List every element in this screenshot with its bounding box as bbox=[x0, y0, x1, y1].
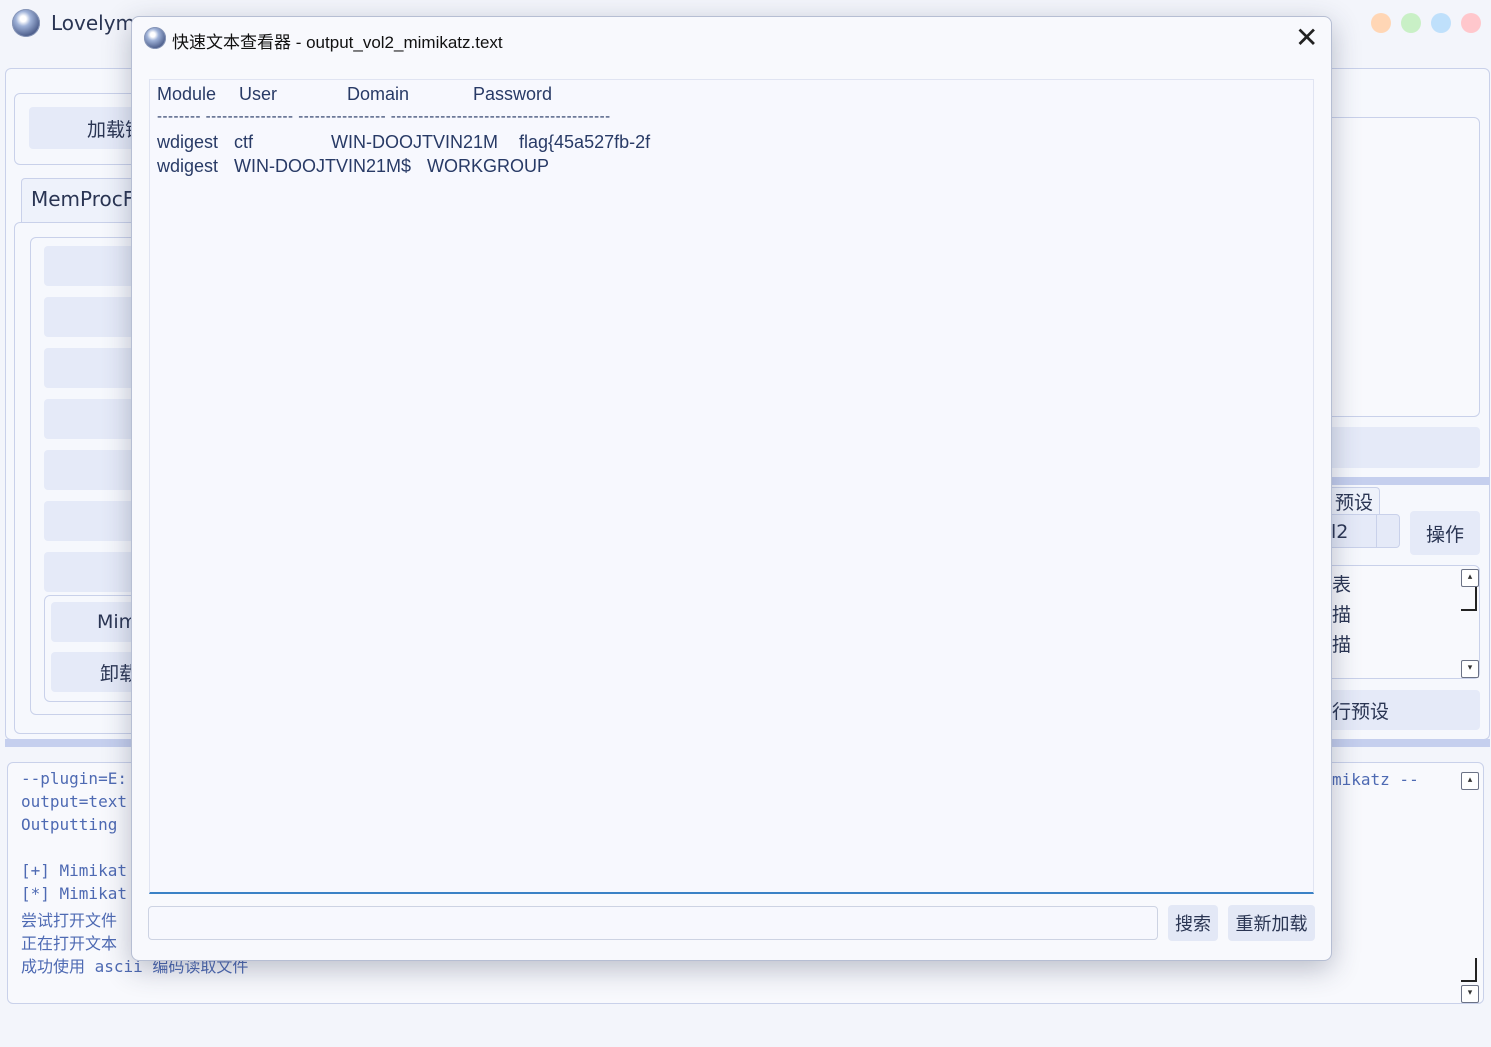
preset-select-value: l2 bbox=[1331, 521, 1349, 543]
data-row: wdigest ctf WIN-DOOJTVIN21M flag{45a527f… bbox=[157, 132, 1057, 158]
memproc-button-5[interactable] bbox=[44, 450, 144, 490]
cell-user: ctf bbox=[234, 132, 254, 152]
search-button-label: 搜索 bbox=[1175, 914, 1211, 935]
window-dot-green[interactable] bbox=[1401, 13, 1421, 33]
header-row: Module User Domain Password bbox=[157, 84, 1057, 110]
search-input[interactable] bbox=[148, 906, 1158, 940]
operate-label: 操作 bbox=[1425, 523, 1464, 546]
memproc-button-3[interactable] bbox=[44, 348, 144, 388]
app-logo-icon bbox=[12, 9, 40, 37]
memproc-button-4[interactable] bbox=[44, 399, 144, 439]
tab-memprocfs-label: MemProcFS bbox=[31, 187, 147, 211]
cell-module: wdigest bbox=[157, 156, 219, 176]
dialog-logo-icon bbox=[144, 27, 166, 49]
cell-password: flag{45a527fb-2f bbox=[519, 132, 651, 152]
right-output-panel bbox=[1320, 117, 1480, 417]
run-preset-button[interactable]: 行预设 bbox=[1320, 690, 1480, 730]
reload-button[interactable]: 重新加载 bbox=[1228, 905, 1315, 941]
preset-scroll-down-icon[interactable]: ▾ bbox=[1461, 660, 1479, 678]
reload-button-label: 重新加载 bbox=[1235, 914, 1308, 935]
window-dot-red[interactable] bbox=[1461, 13, 1481, 33]
cell-domain: WIN-DOOJTVIN21M bbox=[331, 132, 499, 152]
text-content-area[interactable]: Module User Domain Password -------- ---… bbox=[149, 79, 1314, 894]
memproc-button-6[interactable] bbox=[44, 501, 144, 541]
col-user: User bbox=[239, 84, 278, 104]
log-scroll-up-icon[interactable]: ▴ bbox=[1461, 772, 1479, 790]
search-button[interactable]: 搜索 bbox=[1168, 905, 1218, 941]
select-divider bbox=[1376, 515, 1377, 547]
dialog-title: 快速文本查看器 - output_vol2_mimikatz.text bbox=[172, 33, 503, 52]
tab-preset-label: 预设 bbox=[1334, 492, 1373, 514]
col-password: Password bbox=[473, 84, 553, 104]
memproc-button-2[interactable] bbox=[44, 297, 144, 337]
col-domain: Domain bbox=[347, 84, 410, 104]
log-scroll-thumb[interactable] bbox=[1461, 958, 1477, 982]
memproc-button-1[interactable] bbox=[44, 246, 144, 286]
operate-button[interactable]: 操作 bbox=[1410, 511, 1480, 555]
right-separator bbox=[1330, 477, 1490, 485]
text-viewer-dialog: 快速文本查看器 - output_vol2_mimikatz.text ✕ Mo… bbox=[131, 16, 1332, 961]
preset-list-item-1[interactable]: 表 bbox=[1332, 570, 1351, 597]
col-module: Module bbox=[157, 84, 217, 104]
log-line-tail: mikatz -- bbox=[1332, 770, 1419, 789]
cell-user: WIN-DOOJTVIN21M$ bbox=[234, 156, 412, 176]
window-dot-blue[interactable] bbox=[1431, 13, 1451, 33]
run-preset-label: 行预设 bbox=[1332, 700, 1390, 723]
preset-select[interactable]: l2 bbox=[1320, 514, 1400, 548]
log-scroll-down-icon[interactable]: ▾ bbox=[1461, 985, 1479, 1003]
preset-list-item-3[interactable]: 描 bbox=[1332, 630, 1351, 657]
data-row: wdigest WIN-DOOJTVIN21M$ WORKGROUP bbox=[157, 156, 1057, 182]
right-wide-button[interactable] bbox=[1320, 427, 1480, 468]
preset-scroll-up-icon[interactable]: ▴ bbox=[1461, 569, 1479, 587]
preset-list-item-2[interactable]: 描 bbox=[1332, 600, 1351, 627]
window-dot-orange[interactable] bbox=[1371, 13, 1391, 33]
cell-domain: WORKGROUP bbox=[427, 156, 550, 176]
memproc-button-7[interactable] bbox=[44, 552, 144, 592]
separator-row: -------- ---------------- --------------… bbox=[157, 108, 611, 125]
cell-module: wdigest bbox=[157, 132, 219, 152]
preset-scroll-thumb[interactable] bbox=[1461, 587, 1477, 611]
close-icon[interactable]: ✕ bbox=[1295, 24, 1318, 52]
